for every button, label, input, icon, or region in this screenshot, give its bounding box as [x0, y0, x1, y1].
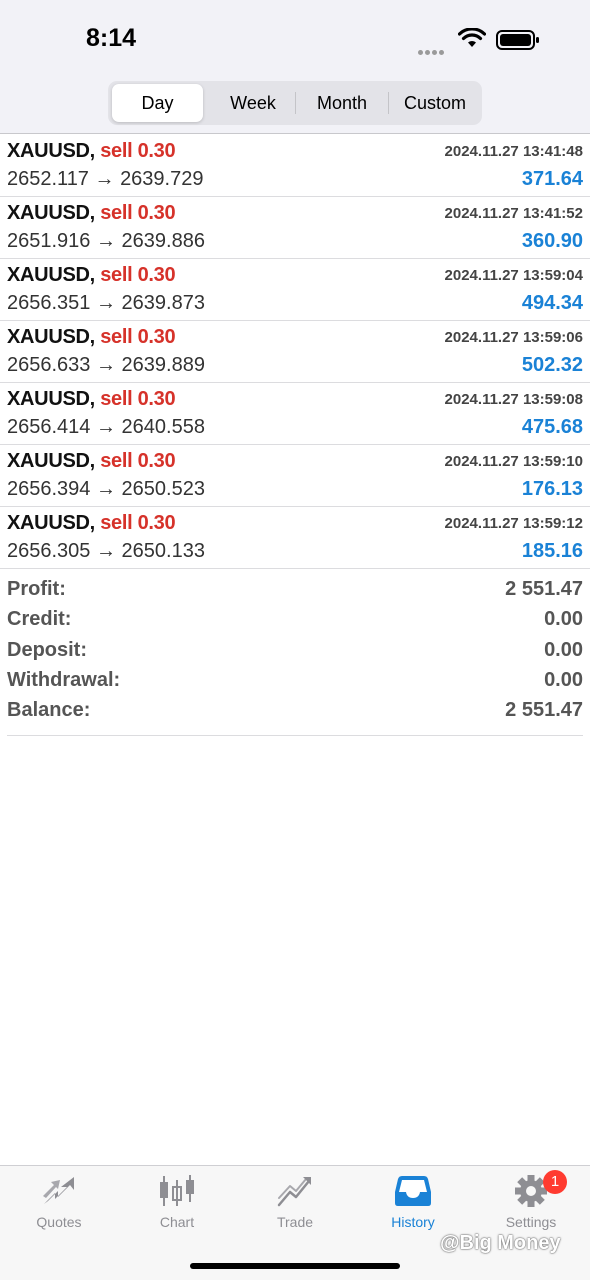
trade-trend-icon [277, 1177, 311, 1207]
wifi-icon [458, 28, 486, 47]
tab-label: Quotes [36, 1214, 82, 1230]
summary-value: 0.00 [544, 608, 583, 631]
trade-symbol: XAUUSD, sell 0.30 [7, 326, 176, 348]
segment-divider [388, 92, 389, 114]
trade-time: 2024.11.27 13:59:12 [444, 515, 583, 532]
tab-label: Settings [505, 1214, 557, 1230]
trade-history-list: XAUUSD, sell 0.30 2024.11.27 13:41:48 26… [0, 135, 590, 569]
status-time: 8:14 [86, 24, 137, 52]
trade-prices: 2651.916 → 2639.886 [7, 230, 205, 252]
tab-trade[interactable]: Trade [236, 1174, 354, 1238]
trade-row[interactable]: XAUUSD, sell 0.30 2024.11.27 13:59:08 26… [0, 383, 590, 445]
trade-profit: 360.90 [521, 230, 583, 252]
trade-symbol: XAUUSD, sell 0.30 [7, 388, 176, 410]
tab-history[interactable]: History [354, 1174, 472, 1238]
segment-divider [295, 92, 296, 114]
tab-settings[interactable]: 1 Settings [472, 1170, 590, 1238]
trade-profit: 494.34 [521, 292, 583, 314]
cellular-signal-icon [418, 42, 450, 55]
tab-month[interactable]: Month [298, 84, 386, 122]
quotes-arrows-icon [43, 1177, 74, 1204]
summary-label: Profit: [7, 578, 66, 600]
trade-profit: 502.32 [521, 354, 583, 376]
trade-side: sell 0.30 [100, 512, 176, 534]
trade-time: 2024.11.27 13:59:06 [444, 329, 583, 346]
trade-prices: 2656.414 → 2640.558 [7, 416, 205, 438]
battery-icon [496, 30, 539, 50]
trade-row[interactable]: XAUUSD, sell 0.30 2024.11.27 13:59:10 26… [0, 445, 590, 507]
trade-row[interactable]: XAUUSD, sell 0.30 2024.11.27 13:59:06 26… [0, 321, 590, 383]
trade-symbol: XAUUSD, sell 0.30 [7, 140, 176, 162]
period-segmented-control: Day Week Month Custom [108, 81, 482, 125]
summary-balance: Balance: 2 551.47 [7, 697, 583, 727]
summary-profit: Profit: 2 551.47 [7, 576, 583, 606]
trade-profit: 185.16 [521, 540, 583, 562]
trade-symbol: XAUUSD, sell 0.30 [7, 450, 176, 472]
trade-row[interactable]: XAUUSD, sell 0.30 2024.11.27 13:41:52 26… [0, 197, 590, 259]
tab-custom[interactable]: Custom [390, 84, 480, 122]
summary-value: 0.00 [544, 668, 583, 691]
trade-row[interactable]: XAUUSD, sell 0.30 2024.11.27 13:59:04 26… [0, 259, 590, 321]
summary-withdrawal: Withdrawal: 0.00 [7, 667, 583, 697]
summary-label: Withdrawal: [7, 668, 121, 691]
tab-chart[interactable]: Chart [118, 1174, 236, 1238]
tab-quotes[interactable]: Quotes [0, 1174, 118, 1238]
trade-side: sell 0.30 [100, 202, 176, 224]
history-summary: Profit: 2 551.47 Credit: 0.00 Deposit: 0… [7, 576, 583, 737]
trade-time: 2024.11.27 13:59:10 [444, 453, 583, 470]
trade-prices: 2652.117 → 2639.729 [7, 168, 204, 190]
inbox-tray-icon [395, 1176, 431, 1206]
trade-prices: 2656.394 → 2650.523 [7, 478, 205, 500]
trade-symbol: XAUUSD, sell 0.30 [7, 264, 176, 286]
trade-side: sell 0.30 [100, 388, 176, 410]
trade-profit: 475.68 [521, 416, 583, 438]
status-bar: 8:14 [0, 0, 590, 70]
tab-day[interactable]: Day [112, 84, 203, 122]
candlestick-chart-icon [160, 1175, 194, 1206]
summary-credit: Credit: 0.00 [7, 606, 583, 636]
trade-row[interactable]: XAUUSD, sell 0.30 2024.11.27 13:41:48 26… [0, 135, 590, 197]
trade-side: sell 0.30 [100, 450, 176, 472]
tab-label: Trade [276, 1214, 314, 1230]
trade-time: 2024.11.27 13:41:48 [444, 143, 583, 160]
summary-value: 2 551.47 [505, 699, 583, 722]
trade-symbol: XAUUSD, sell 0.30 [7, 512, 176, 534]
tab-week[interactable]: Week [208, 84, 298, 122]
home-indicator[interactable] [190, 1263, 400, 1269]
trade-prices: 2656.351 → 2639.873 [7, 292, 205, 314]
summary-label: Deposit: [7, 638, 87, 661]
tab-label: Chart [159, 1214, 195, 1230]
trade-side: sell 0.30 [100, 140, 176, 162]
trade-time: 2024.11.27 13:41:52 [444, 205, 583, 222]
trade-prices: 2656.305 → 2650.133 [7, 540, 205, 562]
trade-side: sell 0.30 [100, 264, 176, 286]
notification-badge: 1 [543, 1170, 567, 1194]
trade-time: 2024.11.27 13:59:04 [444, 267, 583, 284]
tab-label: History [391, 1214, 435, 1230]
trade-symbol: XAUUSD, sell 0.30 [7, 202, 176, 224]
summary-label: Credit: [7, 608, 72, 631]
trade-row[interactable]: XAUUSD, sell 0.30 2024.11.27 13:59:12 26… [0, 507, 590, 569]
trade-time: 2024.11.27 13:59:08 [444, 391, 583, 408]
summary-value: 2 551.47 [505, 578, 583, 600]
trade-side: sell 0.30 [100, 326, 176, 348]
summary-value: 0.00 [544, 638, 583, 661]
trade-profit: 371.64 [521, 168, 583, 190]
summary-deposit: Deposit: 0.00 [7, 637, 583, 667]
trade-prices: 2656.633 → 2639.889 [7, 354, 205, 376]
bottom-tab-bar: Quotes Chart Trade History 1 Settings @B… [0, 1165, 590, 1280]
trade-profit: 176.13 [521, 478, 583, 500]
summary-label: Balance: [7, 699, 91, 722]
history-header: Day Week Month Custom [0, 70, 590, 134]
watermark: @Big Money [440, 1232, 561, 1254]
